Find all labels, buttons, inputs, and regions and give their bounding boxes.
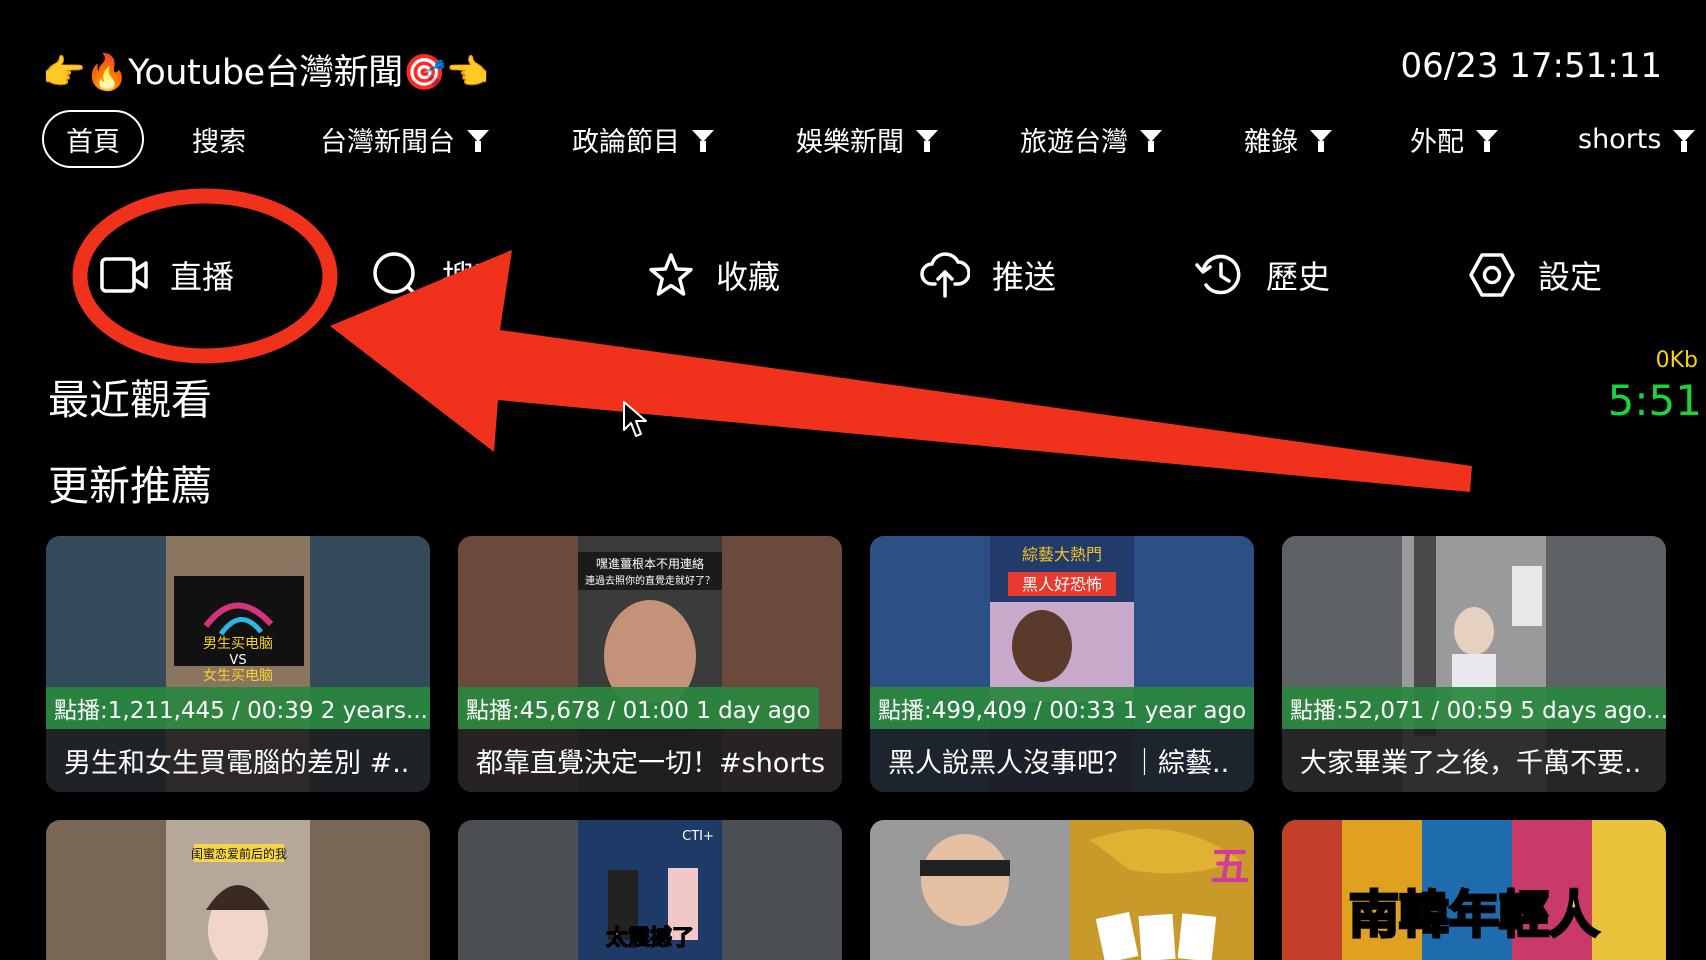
thumbnail-caption: 闺蜜恋爱前后的我 — [191, 846, 287, 861]
tab-label: 雜錄 — [1244, 126, 1298, 158]
clock: 06/23 17:51:11 — [1400, 46, 1663, 86]
filter-icon — [916, 130, 938, 152]
thumbnail-caption: VS — [229, 653, 246, 668]
action-label: 歷史 — [1266, 258, 1331, 296]
action-label: 推送 — [992, 258, 1057, 296]
video-title: 男生和女生買電腦的差別 #.. — [46, 729, 430, 792]
tab-label: 外配 — [1410, 126, 1464, 158]
video-title: 大家畢業了之後，千萬不要.. — [1282, 729, 1666, 792]
live-button[interactable]: 直播 — [100, 245, 234, 305]
action-label: 設定 — [1538, 258, 1603, 296]
category-tabs: 首頁 搜索 台灣新聞台 政論節目 娛樂新聞 旅遊台灣 雜錄 外配 shorts — [0, 110, 1706, 172]
settings-button[interactable]: 設定 — [1468, 245, 1602, 305]
thumbnail-caption: 女生买电脑 — [203, 667, 273, 684]
video-card[interactable]: 嘿進薑根本不用連絡 連過去照你的直覺走就好了？ 點播:45,678 / 01:0… — [458, 536, 842, 792]
tab-entertainment[interactable]: 娛樂新聞 — [796, 110, 938, 168]
thumbnail-caption: 嘿進薑根本不用連絡 — [596, 556, 704, 571]
video-meta: 點播:499,409 / 00:33 1 year ago — [870, 687, 1254, 729]
cloud-upload-icon — [920, 252, 970, 298]
tab-taiwan-news[interactable]: 台灣新聞台 — [320, 110, 489, 168]
video-thumbnail: 南韓年輕人 — [1282, 820, 1666, 960]
video-card[interactable]: 綜藝大熱門 黑人好恐怖 點播:499,409 / 00:33 1 year ag… — [870, 536, 1254, 792]
section-title-recommended: 更新推薦 — [48, 462, 212, 510]
video-card[interactable]: 南韓年輕人 — [1282, 820, 1666, 960]
tab-label: 搜索 — [192, 126, 246, 158]
video-meta: 點播:1,211,445 / 00:39 2 years... — [46, 687, 430, 729]
section-title-recent: 最近觀看 — [48, 376, 212, 424]
filter-icon — [692, 130, 714, 152]
history-icon — [1195, 254, 1241, 295]
mouse-cursor-icon — [623, 401, 647, 437]
thumbnail-caption: 連過去照你的直覺走就好了？ — [585, 574, 715, 587]
favorites-button[interactable]: 收藏 — [648, 245, 780, 305]
tab-label: 台灣新聞台 — [320, 126, 455, 158]
tab-label: 旅遊台灣 — [1020, 126, 1128, 158]
filter-icon — [1140, 130, 1162, 152]
thumbnail-caption: 太震撼了 — [606, 925, 694, 951]
filter-icon — [1310, 130, 1332, 152]
tab-label: 政論節目 — [572, 126, 680, 158]
tab-foreign-spouse[interactable]: 外配 — [1410, 110, 1498, 168]
video-card[interactable]: CTI+ 太震撼了 — [458, 820, 842, 960]
tab-label: 娛樂新聞 — [796, 126, 904, 158]
push-button[interactable]: 推送 — [920, 245, 1056, 305]
video-title: 黑人說黑人沒事吧？｜綜藝.. — [870, 729, 1254, 792]
video-card[interactable]: 闺蜜恋爱前后的我 — [46, 820, 430, 960]
tab-search[interactable]: 搜索 — [192, 110, 246, 168]
filter-icon — [1673, 130, 1696, 152]
thumbnail-caption: 南韓年輕人 — [1349, 886, 1599, 944]
video-meta: 點播:52,071 / 00:59 5 days ago... — [1282, 687, 1666, 729]
star-icon — [649, 253, 693, 296]
video-card[interactable]: 五 — [870, 820, 1254, 960]
app-title: 👉🔥Youtube台灣新聞🎯👈 — [42, 53, 489, 93]
tab-political-talk[interactable]: 政論節目 — [572, 110, 714, 168]
search-icon — [373, 252, 419, 298]
video-title: 都靠直覺決定一切！#shorts — [458, 729, 842, 792]
tab-label: shorts — [1578, 123, 1662, 155]
action-label: 直播 — [170, 258, 235, 296]
tab-travel[interactable]: 旅遊台灣 — [1020, 110, 1162, 168]
filter-icon — [467, 130, 489, 152]
video-meta: 點播:45,678 / 01:00 1 day ago — [458, 687, 819, 729]
tab-home[interactable]: 首頁 — [42, 110, 144, 168]
thumbnail-caption: 綜藝大熱門 — [1022, 545, 1102, 564]
action-label: 搜索 — [442, 258, 507, 296]
thumbnail-caption: 黑人好恐怖 — [1022, 575, 1102, 594]
filter-icon — [1476, 130, 1498, 152]
action-bar: 直播 搜索 收藏 推送 歷史 設定 — [0, 245, 1706, 305]
network-speed: 0Kb — [1655, 348, 1698, 373]
action-label: 收藏 — [716, 258, 781, 296]
settings-icon — [1469, 253, 1515, 297]
search-button[interactable]: 搜索 — [372, 245, 506, 305]
network-time: 5:51 — [1607, 376, 1702, 425]
video-thumbnail: CTI+ 太震撼了 — [458, 820, 842, 960]
video-camera-icon — [100, 257, 148, 293]
tab-misc[interactable]: 雜錄 — [1244, 110, 1332, 168]
thumbnail-caption: 五 — [1210, 844, 1250, 890]
tab-label: 首頁 — [66, 126, 120, 158]
video-card[interactable]: 點播:52,071 / 00:59 5 days ago... 大家畢業了之後，… — [1282, 536, 1666, 792]
thumbnail-caption: 男生买电脑 — [203, 636, 273, 652]
tab-shorts[interactable]: shorts — [1578, 110, 1696, 168]
video-thumbnail: 五 — [870, 820, 1254, 960]
thumbnail-caption: CTI+ — [682, 829, 714, 844]
history-button[interactable]: 歷史 — [1194, 245, 1330, 305]
video-thumbnail: 闺蜜恋爱前后的我 — [46, 820, 430, 960]
video-card[interactable]: 男生买电脑 VS 女生买电脑 點播:1,211,445 / 00:39 2 ye… — [46, 536, 430, 792]
